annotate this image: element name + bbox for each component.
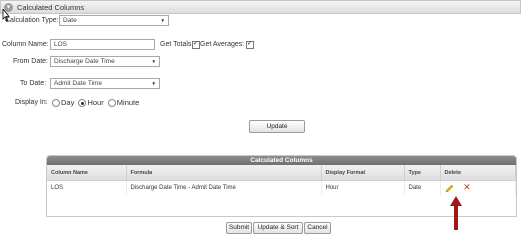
- calculation-type-label: Calculation Type:: [5, 17, 59, 24]
- column-name-label: Column Name:: [2, 41, 49, 48]
- display-hour-radio[interactable]: [78, 99, 87, 108]
- get-totals-checkbox[interactable]: [192, 40, 200, 49]
- column-header-column-name[interactable]: Column Name: [47, 165, 127, 181]
- display-day-label: Day: [61, 98, 75, 107]
- pencil-icon[interactable]: [445, 184, 454, 193]
- panel-header[interactable]: ▾ Calculated Columns: [0, 0, 521, 14]
- calculation-type-select[interactable]: Date: [59, 15, 169, 26]
- cell-display-format: Hour: [321, 180, 405, 195]
- display-hour-label: Hour: [87, 98, 104, 107]
- cell-formula: Discharge Date Time - Admit Date Time: [126, 180, 322, 195]
- display-in-radio-group: Day Hour Minute: [52, 98, 141, 108]
- to-date-select[interactable]: Admit Date Time: [50, 78, 160, 89]
- display-in-label: Display In:: [15, 99, 48, 106]
- from-date-value: Discharge Date Time: [54, 58, 115, 65]
- column-header-type[interactable]: Type: [404, 165, 441, 181]
- get-totals-label: Get Totals:: [160, 41, 194, 48]
- calculated-columns-grid: Calculated Columns Column Name Formula D…: [46, 155, 517, 217]
- calculation-type-value: Date: [63, 17, 77, 24]
- submit-button[interactable]: Submit: [226, 222, 252, 234]
- column-name-input[interactable]: LOS: [50, 39, 155, 50]
- update-button[interactable]: Update: [249, 120, 305, 133]
- table-row[interactable]: LOS Discharge Date Time - Admit Date Tim…: [47, 180, 516, 195]
- get-averages-label: Get Averages:: [200, 41, 245, 48]
- cell-type: Date: [404, 180, 441, 195]
- table-header-row: Column Name Formula Display Format Type …: [47, 165, 516, 181]
- from-date-label: From Date:: [13, 58, 49, 65]
- grid-title: Calculated Columns: [47, 156, 516, 165]
- cancel-button[interactable]: Cancel: [304, 222, 331, 234]
- display-day-radio[interactable]: [52, 99, 60, 108]
- cell-actions: ✕: [440, 180, 516, 195]
- arrow-up-icon: [450, 196, 462, 230]
- display-minute-label: Minute: [116, 98, 140, 107]
- column-header-formula[interactable]: Formula: [126, 165, 322, 181]
- column-name-value: LOS: [54, 41, 68, 48]
- column-header-delete[interactable]: Delete: [440, 165, 516, 181]
- cell-column-name: LOS: [47, 180, 127, 195]
- display-minute-radio[interactable]: [107, 99, 116, 108]
- to-date-value: Admit Date Time: [54, 80, 103, 87]
- calculated-columns-table: Column Name Formula Display Format Type …: [47, 165, 516, 195]
- from-date-select[interactable]: Discharge Date Time: [50, 56, 160, 67]
- close-icon[interactable]: ✕: [463, 184, 471, 193]
- get-averages-checkbox[interactable]: [246, 40, 254, 49]
- to-date-label: To Date:: [20, 80, 47, 87]
- panel-title: Calculated Columns: [17, 2, 85, 12]
- column-header-display-format[interactable]: Display Format: [321, 165, 405, 181]
- update-sort-button[interactable]: Update & Sort: [253, 222, 303, 234]
